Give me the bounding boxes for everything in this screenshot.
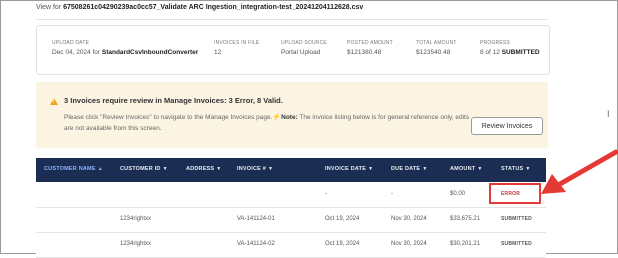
annotation-arrow xyxy=(541,149,618,194)
arrow-shaft xyxy=(557,149,618,187)
text-cursor-icon: I xyxy=(607,109,610,119)
